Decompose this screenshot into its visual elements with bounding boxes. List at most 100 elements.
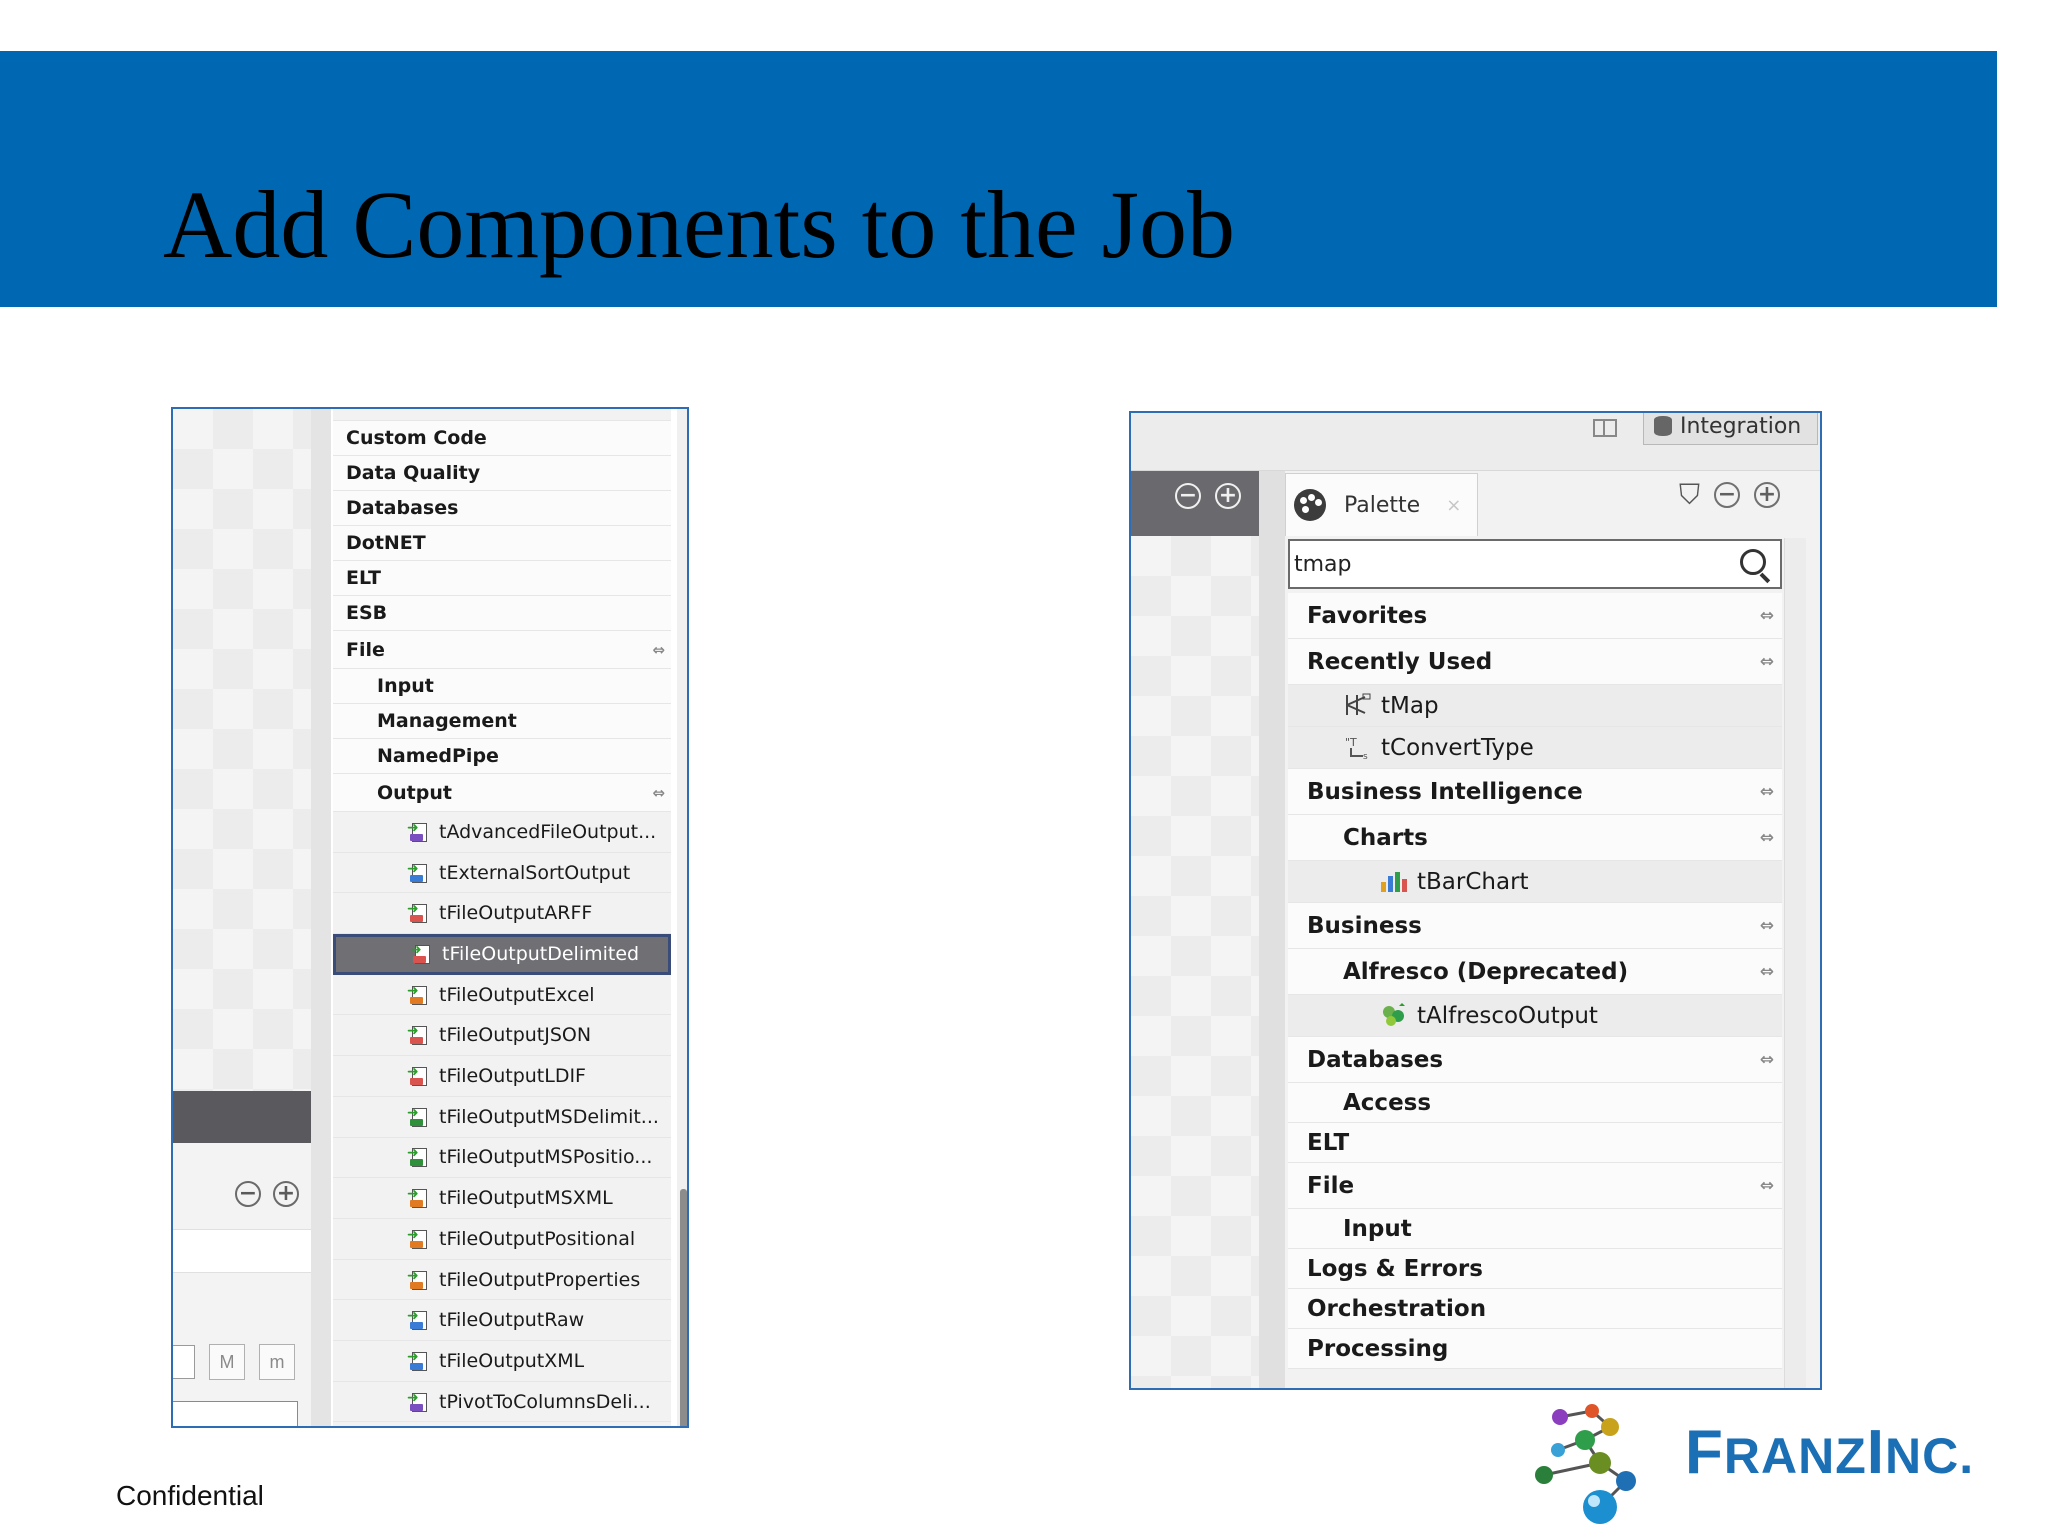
item-label: tFileOutputMSPositio... xyxy=(439,1146,653,1169)
zoom-out-icon[interactable]: − xyxy=(235,1181,261,1207)
design-canvas[interactable] xyxy=(1131,536,1259,1388)
collapse-toggle-icon[interactable]: ⇔ xyxy=(1760,782,1774,802)
left-screenshot: − + M m Custom Code Data Quality Databases… xyxy=(171,407,689,1428)
molecule-icon xyxy=(1535,1404,1636,1524)
close-icon[interactable]: × xyxy=(1446,495,1461,516)
zoom-in-icon[interactable]: + xyxy=(1215,483,1241,509)
palette-component-tfileoutputraw[interactable]: ➜ tFileOutputRaw xyxy=(333,1300,671,1342)
collapse-toggle-icon[interactable]: ⇔ xyxy=(652,641,665,659)
palette-category-databases[interactable]: Databases ⇔ xyxy=(1288,1037,1782,1083)
palette-category-processing[interactable]: Processing xyxy=(1288,1329,1782,1369)
palette-category-logs-errors[interactable]: Logs & Errors xyxy=(1288,1249,1782,1289)
palette-category-charts[interactable]: Charts ⇔ xyxy=(1288,815,1782,861)
palette-category-file[interactable]: File ⇔ xyxy=(333,631,671,669)
palette-category-business-intelligence[interactable]: Business Intelligence ⇔ xyxy=(1288,769,1782,815)
palette-category-esb[interactable]: ESB xyxy=(333,596,671,631)
palette-component-tfileoutputmsdelimit[interactable]: ➜ tFileOutputMSDelimit... xyxy=(333,1096,671,1138)
palette-category-input[interactable]: Input xyxy=(1288,1209,1782,1249)
collapse-icon[interactable]: − xyxy=(1714,482,1741,508)
palette-component-talfrescooutput[interactable]: tAlfrescoOutput xyxy=(1288,995,1782,1037)
collapse-toggle-icon[interactable]: ⇔ xyxy=(1760,652,1774,672)
collapse-toggle-icon[interactable]: ⇔ xyxy=(1760,828,1774,848)
filter-icon[interactable]: ⛉ xyxy=(1679,481,1700,509)
tab-palette[interactable]: Palette × xyxy=(1285,473,1478,536)
panel-splitter[interactable] xyxy=(1259,471,1285,1388)
file-output-icon: ➜ xyxy=(407,1186,429,1210)
scrollbar-track[interactable] xyxy=(1784,538,1806,1388)
panel-splitter[interactable] xyxy=(311,409,331,1426)
palette-category-favorites[interactable]: Favorites ⇔ xyxy=(1288,593,1782,639)
item-label: Processing xyxy=(1307,1335,1449,1362)
palette-search-input[interactable]: tmap xyxy=(1288,539,1782,589)
collapse-toggle-icon[interactable]: ⇔ xyxy=(1760,962,1774,982)
collapse-toggle-icon[interactable]: ⇔ xyxy=(1760,1176,1774,1196)
palette-category-alfresco-deprecated[interactable]: Alfresco (Deprecated) ⇔ xyxy=(1288,949,1782,995)
palette-component-tpivottocolumnsdeli[interactable]: ➜ tPivotToColumnsDeli... xyxy=(333,1381,671,1423)
palette-component-tfileoutputmsxml[interactable]: ➜ tFileOutputMSXML xyxy=(333,1178,671,1219)
collapse-toggle-icon[interactable]: ⇔ xyxy=(1760,606,1774,626)
scrollbar-thumb[interactable] xyxy=(680,1189,687,1426)
file-output-icon: ➜ xyxy=(407,1105,429,1129)
zoom-out-icon[interactable]: − xyxy=(1175,483,1201,509)
palette-category-management[interactable]: Management xyxy=(333,704,671,739)
item-label: tPivotToColumnsDeli... xyxy=(439,1390,651,1413)
convert-type-icon: "T s xyxy=(1343,734,1373,762)
perspective-button[interactable]: Integration xyxy=(1643,413,1818,445)
item-label: DotNET xyxy=(346,532,426,554)
property-field[interactable] xyxy=(173,1229,311,1273)
collapse-toggle-icon[interactable]: ⇔ xyxy=(652,784,665,802)
item-label: tExternalSortOutput xyxy=(439,861,631,884)
palette-component-tmap[interactable]: tMap xyxy=(1288,685,1782,727)
palette-category-dotnet[interactable]: DotNET xyxy=(333,526,671,561)
palette-category-input[interactable]: Input xyxy=(333,669,671,704)
palette-component-tadvancedfileoutput[interactable]: ➜ tAdvancedFileOutput... xyxy=(333,812,671,853)
palette-component-tfileoutputmspositio[interactable]: ➜ tFileOutputMSPositio... xyxy=(333,1137,671,1179)
uppercase-m-button[interactable]: M xyxy=(209,1344,245,1380)
item-label: ELT xyxy=(1307,1129,1350,1156)
palette-component-tfileoutputdelimited[interactable]: ➜ tFileOutputDelimited xyxy=(333,934,671,975)
item-label: tFileOutputPositional xyxy=(439,1227,636,1250)
palette-component-tconverttype[interactable]: "T s tConvertType xyxy=(1288,727,1782,769)
item-label: tAlfrescoOutput xyxy=(1417,1002,1598,1029)
palette-tree: Custom Code Data Quality Databases DotNET EL… xyxy=(333,409,671,1426)
case-buttons: M m xyxy=(173,1344,295,1380)
palette-tools: ⛉ − + xyxy=(1679,481,1781,509)
palette-category-orchestration[interactable]: Orchestration xyxy=(1288,1289,1782,1329)
item-label: tFileOutputMSXML xyxy=(439,1187,613,1210)
palette-category-output[interactable]: Output ⇔ xyxy=(333,774,671,812)
input-field[interactable] xyxy=(173,1401,298,1426)
palette-component-tfileoutputproperties[interactable]: ➜ tFileOutputProperties xyxy=(333,1259,671,1301)
palette-icon xyxy=(1294,489,1326,521)
palette-component-tfileoutputjson[interactable]: ➜ tFileOutputJSON xyxy=(333,1015,671,1057)
palette-category-custom-code[interactable]: Custom Code xyxy=(333,421,671,456)
palette-category-elt[interactable]: ELT xyxy=(333,561,671,596)
palette-category-file[interactable]: File ⇔ xyxy=(1288,1163,1782,1209)
lowercase-m-button[interactable]: m xyxy=(259,1344,295,1380)
expand-icon[interactable]: + xyxy=(1754,482,1781,508)
palette-component-tfileoutputxml[interactable]: ➜ tFileOutputXML xyxy=(333,1341,671,1382)
design-canvas[interactable] xyxy=(173,409,311,1091)
palette-category-recently-used[interactable]: Recently Used ⇔ xyxy=(1288,639,1782,685)
palette-component-tfileoutputarff[interactable]: ➜ tFileOutputARFF xyxy=(333,893,671,935)
palette-component-tbarchart[interactable]: tBarChart xyxy=(1288,861,1782,903)
palette-component-tfileoutputldif[interactable]: ➜ tFileOutputLDIF xyxy=(333,1056,671,1097)
layout-icon[interactable] xyxy=(1593,419,1617,437)
palette-category-data-quality[interactable]: Data Quality xyxy=(333,456,671,491)
text-field[interactable] xyxy=(173,1345,195,1379)
zoom-in-icon[interactable]: + xyxy=(273,1181,299,1207)
file-output-icon: ➜ xyxy=(407,1023,429,1047)
item-label: tMap xyxy=(1381,692,1439,719)
file-output-icon: ➜ xyxy=(407,861,429,885)
palette-category-business[interactable]: Business ⇔ xyxy=(1288,903,1782,949)
palette-component-tfileoutputpositional[interactable]: ➜ tFileOutputPositional xyxy=(333,1219,671,1260)
collapse-toggle-icon[interactable]: ⇔ xyxy=(1760,916,1774,936)
palette-component-tfileoutputexcel[interactable]: ➜ tFileOutputExcel xyxy=(333,974,671,1016)
collapse-toggle-icon[interactable]: ⇔ xyxy=(1760,1050,1774,1070)
search-icon[interactable] xyxy=(1740,549,1772,584)
palette-component-texternalsortoutput[interactable]: ➜ tExternalSortOutput xyxy=(333,852,671,894)
palette-category-databases[interactable]: Databases xyxy=(333,491,671,526)
palette-category-access[interactable]: Access xyxy=(1288,1083,1782,1123)
palette-category-namedpipe[interactable]: NamedPipe xyxy=(333,739,671,774)
palette-category-elt[interactable]: ELT xyxy=(1288,1123,1782,1163)
zoom-controls: − + xyxy=(1175,483,1241,509)
